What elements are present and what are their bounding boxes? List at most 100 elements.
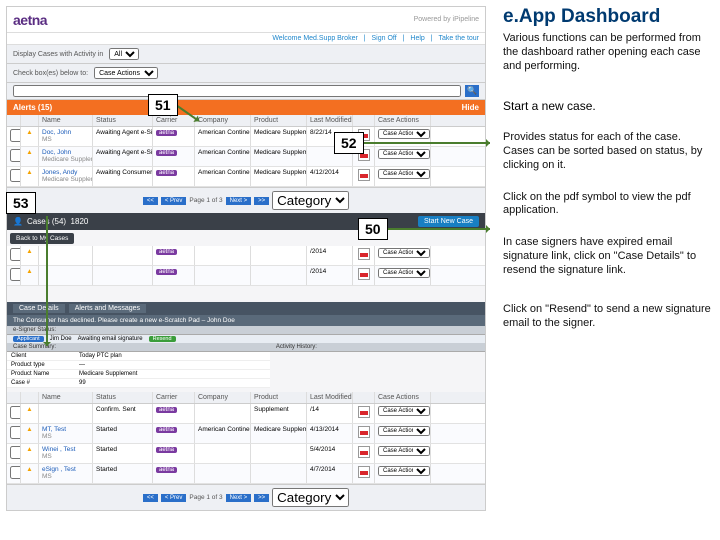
- row-checkbox[interactable]: [10, 406, 21, 419]
- col-product-b[interactable]: Product: [251, 392, 307, 403]
- activity-history-title: Activity History:: [270, 343, 485, 352]
- row-date: 4/13/2014: [307, 424, 353, 443]
- case-name-link[interactable]: MT, Test: [42, 426, 66, 433]
- pdf-icon[interactable]: [358, 248, 370, 260]
- row-company: [195, 404, 251, 423]
- search-input[interactable]: [13, 85, 461, 97]
- col-name[interactable]: Name: [39, 115, 93, 126]
- table-row[interactable]: ▲ aetna /2014 Case Actions: [7, 246, 485, 266]
- col-date-b[interactable]: Last Modified: [307, 392, 353, 403]
- pager-last[interactable]: >>: [254, 197, 269, 205]
- row-checkbox[interactable]: [10, 129, 21, 142]
- col-status-b[interactable]: Status: [93, 392, 153, 403]
- callout-51: 51: [148, 94, 178, 116]
- pdf-icon[interactable]: [358, 426, 370, 438]
- pdf-icon[interactable]: [358, 169, 370, 181]
- search-icon[interactable]: 🔍: [465, 85, 479, 97]
- signoff-link[interactable]: Sign Off: [372, 35, 397, 42]
- bpager-last[interactable]: >>: [254, 494, 269, 502]
- case-name-link[interactable]: Doc, John: [42, 149, 71, 156]
- case-actions-select[interactable]: Case Actions: [378, 406, 430, 416]
- case-name-link[interactable]: Doc, John: [42, 129, 71, 136]
- pager-first[interactable]: <<: [143, 197, 158, 205]
- row-company: American Continental Insurance: [195, 424, 251, 443]
- table-row[interactable]: ▲ Doc, JohnMedicare Supplement Awaiting …: [7, 147, 485, 167]
- alerts-messages-tab[interactable]: Alerts and Messages: [69, 304, 146, 313]
- row-checkbox[interactable]: [10, 248, 21, 261]
- bpager-category[interactable]: Category: [272, 488, 349, 507]
- summary-row: Case #99: [7, 379, 270, 388]
- table-row[interactable]: ▲ aetna /2014 Case Actions: [7, 266, 485, 286]
- tour-link[interactable]: Take the tour: [439, 35, 479, 42]
- case-actions-select[interactable]: Case Actions: [378, 446, 430, 456]
- resend-button[interactable]: Resend: [149, 336, 176, 342]
- row-status: Confirm. Sent: [93, 404, 153, 423]
- row-checkbox[interactable]: [10, 446, 21, 459]
- row-date: /14: [307, 404, 353, 423]
- row-date: 4/7/2014: [307, 464, 353, 483]
- table-row[interactable]: ▲ Doc, JohnMS Awaiting Agent e-Signature…: [7, 127, 485, 147]
- pdf-icon[interactable]: [358, 466, 370, 478]
- start-new-case-button[interactable]: Start New Case: [418, 216, 479, 227]
- carrier-chip: aetna: [156, 150, 177, 156]
- row-checkbox[interactable]: [10, 149, 21, 162]
- case-actions-select[interactable]: Case Actions: [378, 248, 430, 258]
- bpager-prev[interactable]: < Prev: [161, 494, 187, 502]
- table-row[interactable]: ▲ Confirm. Sent aetna Supplement /14 Cas…: [7, 404, 485, 424]
- case-actions-select[interactable]: Case Actions: [378, 169, 430, 179]
- col-carrier[interactable]: Carrier: [153, 115, 195, 126]
- col-name-b[interactable]: Name: [39, 392, 93, 403]
- case-actions-select[interactable]: Case Actions: [378, 129, 430, 139]
- row-checkbox[interactable]: [10, 466, 21, 479]
- pdf-icon[interactable]: [358, 446, 370, 458]
- signer-status: Awaiting email signature: [78, 336, 143, 342]
- case-name-link[interactable]: eSign , Test: [42, 466, 76, 473]
- alerts-hide[interactable]: Hide: [462, 103, 479, 112]
- col-date[interactable]: Last Modified: [307, 115, 353, 126]
- callout-52: 52: [334, 132, 364, 154]
- col-actions-b[interactable]: Case Actions: [375, 392, 431, 403]
- warning-icon: ▲: [26, 466, 32, 473]
- case-actions-select[interactable]: Case Actions: [378, 466, 430, 476]
- col-actions[interactable]: Case Actions: [375, 115, 431, 126]
- pdf-icon[interactable]: [358, 268, 370, 280]
- case-name-link[interactable]: Jones, Andy: [42, 169, 77, 176]
- case-name-link[interactable]: Winei , Test: [42, 446, 75, 453]
- pdf-icon[interactable]: [358, 406, 370, 418]
- table-row[interactable]: ▲ Winei , TestMS Started aetna 5/4/2014 …: [7, 444, 485, 464]
- row-product: [251, 266, 307, 285]
- table-row[interactable]: ▲ Jones, AndyMedicare Supplement Awaitin…: [7, 167, 485, 187]
- bpager-first[interactable]: <<: [143, 494, 158, 502]
- bpager-next[interactable]: Next >: [226, 494, 252, 502]
- case-actions-select[interactable]: Case Actions: [378, 149, 430, 159]
- col-status[interactable]: Status: [93, 115, 153, 126]
- case-details-tab[interactable]: Case Details: [13, 304, 65, 313]
- case-actions-select[interactable]: Case Actions: [378, 268, 430, 278]
- col-carrier-b[interactable]: Carrier: [153, 392, 195, 403]
- row-status: [93, 266, 153, 285]
- table-row[interactable]: ▲ MT, TestMS Started aetna American Cont…: [7, 424, 485, 444]
- powered-by: Powered by iPipeline: [414, 16, 479, 23]
- row-checkbox[interactable]: [10, 268, 21, 281]
- row-product: Medicare Supplement: [251, 424, 307, 443]
- table-row[interactable]: ▲ eSign , TestMS Started aetna 4/7/2014 …: [7, 464, 485, 484]
- col-company-b[interactable]: Company: [195, 392, 251, 403]
- welcome-bar: Welcome Med.Supp Broker | Sign Off | Hel…: [7, 33, 485, 45]
- warning-icon: ▲: [26, 268, 32, 275]
- warning-icon: ▲: [26, 406, 32, 413]
- signer-name: Jim Doe: [50, 336, 72, 342]
- cases-count: 1820: [71, 217, 89, 226]
- filter-activity-select[interactable]: All: [109, 48, 139, 60]
- row-checkbox[interactable]: [10, 169, 21, 182]
- filter-bulk-select[interactable]: Case Actions: [94, 67, 158, 79]
- pager-next[interactable]: Next >: [226, 197, 252, 205]
- col-product[interactable]: Product: [251, 115, 307, 126]
- help-link[interactable]: Help: [410, 35, 424, 42]
- back-to-cases-tab[interactable]: Back to My Cases: [10, 233, 74, 244]
- row-date: 4/12/2014: [307, 167, 353, 186]
- alerts-header[interactable]: Alerts (15) Hide: [7, 100, 485, 115]
- pager-prev[interactable]: < Prev: [161, 197, 187, 205]
- case-actions-select[interactable]: Case Actions: [378, 426, 430, 436]
- pager-category[interactable]: Category: [272, 191, 349, 210]
- row-checkbox[interactable]: [10, 426, 21, 439]
